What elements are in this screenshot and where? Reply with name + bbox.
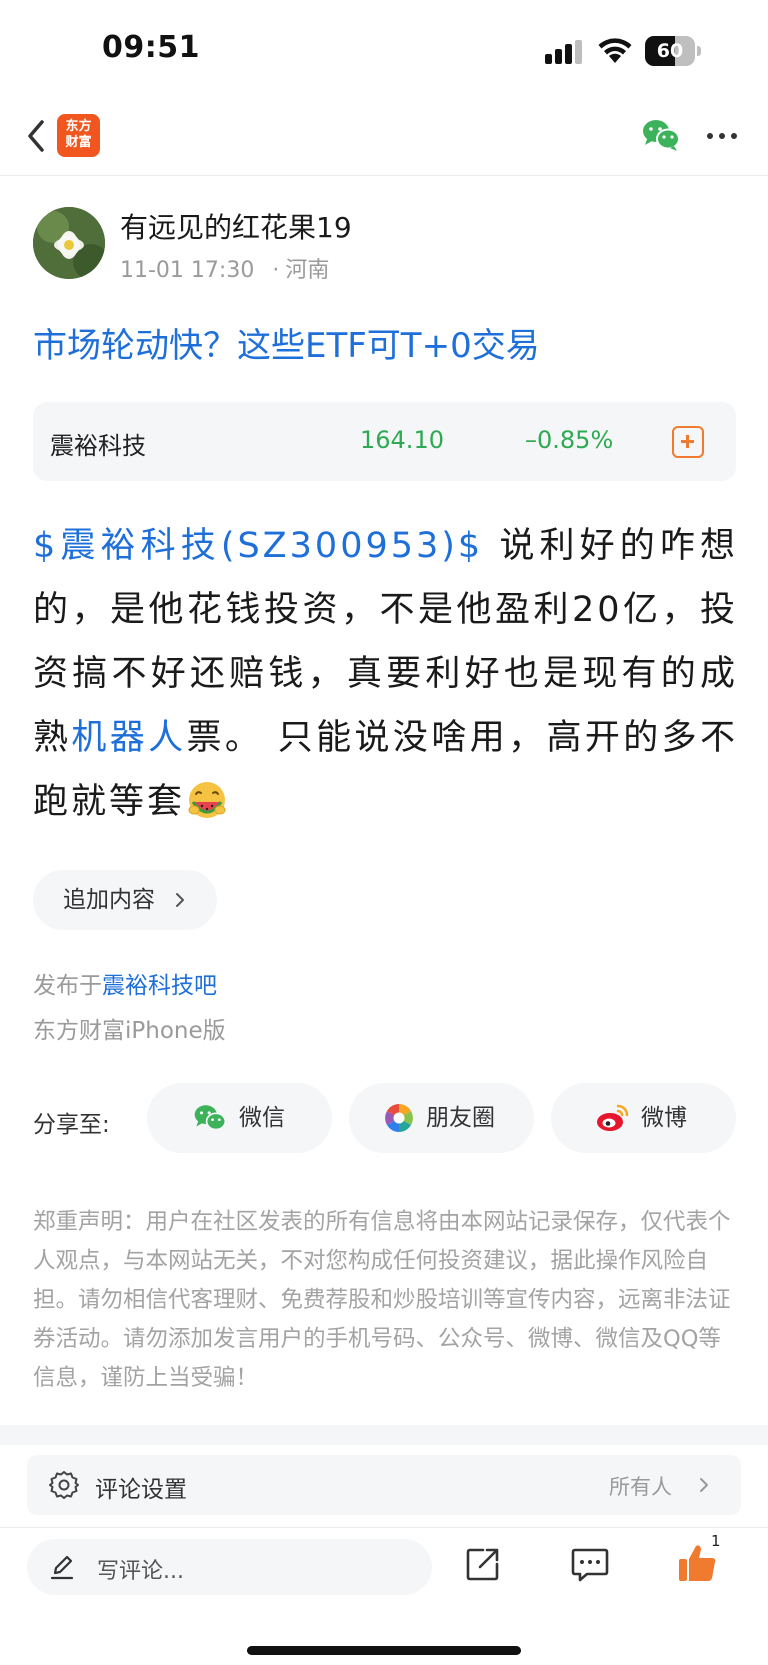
- back-icon[interactable]: [22, 116, 50, 156]
- post-datetime: 11-01 17:30: [120, 258, 255, 283]
- stock-change: –0.85%: [525, 426, 614, 454]
- weibo-icon: [597, 1104, 629, 1131]
- comment-placeholder: 写评论...: [97, 1559, 184, 1584]
- add-content-button[interactable]: 追加内容: [33, 870, 217, 930]
- chevron-right-icon: [176, 893, 184, 907]
- battery-icon: 60: [645, 36, 701, 66]
- stock-name: 震裕科技: [50, 432, 146, 460]
- bottom-bar: 写评论... 1: [0, 1527, 768, 1665]
- comment-settings-row[interactable]: 评论设置 所有人: [27, 1455, 741, 1515]
- share-wechat-button[interactable]: 微信: [147, 1083, 332, 1153]
- share-label: 分享至:: [33, 1112, 110, 1138]
- section-divider: [0, 1425, 768, 1445]
- moments-icon: [385, 1104, 413, 1132]
- comment-input[interactable]: 写评论...: [27, 1539, 432, 1595]
- home-indicator: [247, 1646, 521, 1655]
- share-wechat-label: 微信: [239, 1105, 285, 1131]
- app-logo-text-top: 东方: [65, 119, 92, 134]
- share-moments-label: 朋友圈: [426, 1105, 495, 1131]
- client-version: 东方财富iPhone版: [33, 1018, 226, 1044]
- add-watchlist-button[interactable]: [672, 426, 704, 458]
- comment-scope-value: 所有人: [609, 1475, 672, 1499]
- post-body: $震裕科技(SZ300953)$ 说利好的咋想的，是他花钱投资，不是他盈利20亿…: [33, 514, 738, 834]
- published-prefix: 发布于: [33, 973, 102, 999]
- stock-bar-link[interactable]: 震裕科技吧: [102, 973, 217, 999]
- share-icon[interactable]: [465, 1546, 501, 1582]
- topic-link[interactable]: 机器人: [71, 718, 186, 758]
- stock-price: 164.10: [360, 426, 444, 454]
- chevron-right-icon: [700, 1478, 708, 1492]
- published-in: 发布于震裕科技吧: [33, 966, 217, 1000]
- comments-icon[interactable]: [571, 1546, 609, 1582]
- share-weibo-button[interactable]: 微博: [551, 1083, 736, 1153]
- stock-tag-link[interactable]: $震裕科技(SZ300953)$: [33, 526, 483, 566]
- nav-bar: 东方 财富: [0, 100, 768, 176]
- cellular-signal-icon: [545, 40, 582, 64]
- more-icon[interactable]: [705, 124, 739, 148]
- post-meta: 11-01 17:30 · 河南: [120, 258, 330, 283]
- app-logo-text-bottom: 财富: [65, 135, 92, 150]
- author-name[interactable]: 有远见的红花果19: [120, 206, 352, 246]
- battery-level: 60: [656, 40, 684, 62]
- post-location: 河南: [285, 258, 330, 283]
- avatar[interactable]: [33, 207, 105, 279]
- like-count: 1: [711, 1532, 721, 1550]
- pen-icon: [50, 1555, 74, 1580]
- comment-settings-label: 评论设置: [95, 1477, 187, 1503]
- add-content-label: 追加内容: [63, 887, 155, 913]
- share-moments-button[interactable]: 朋友圈: [349, 1083, 534, 1153]
- wechat-icon: [194, 1105, 227, 1131]
- avatar-image: [33, 207, 105, 279]
- wechat-icon[interactable]: [641, 118, 681, 152]
- share-weibo-label: 微博: [641, 1105, 687, 1131]
- wifi-icon: [598, 38, 632, 63]
- post-title[interactable]: 市场轮动快？这些ETF可T+0交易: [33, 318, 540, 367]
- watermelon-emoji-icon: [188, 782, 226, 818]
- gear-icon: [49, 1471, 79, 1499]
- status-bar: 09:51 60: [0, 0, 768, 100]
- disclaimer: 郑重声明：用户在社区发表的所有信息将由本网站记录保存，仅代表个人观点，与本网站无…: [33, 1209, 731, 1391]
- stock-card[interactable]: 震裕科技 164.10 –0.85%: [33, 402, 736, 481]
- status-time: 09:51: [102, 30, 200, 65]
- app-logo[interactable]: 东方 财富: [57, 114, 100, 157]
